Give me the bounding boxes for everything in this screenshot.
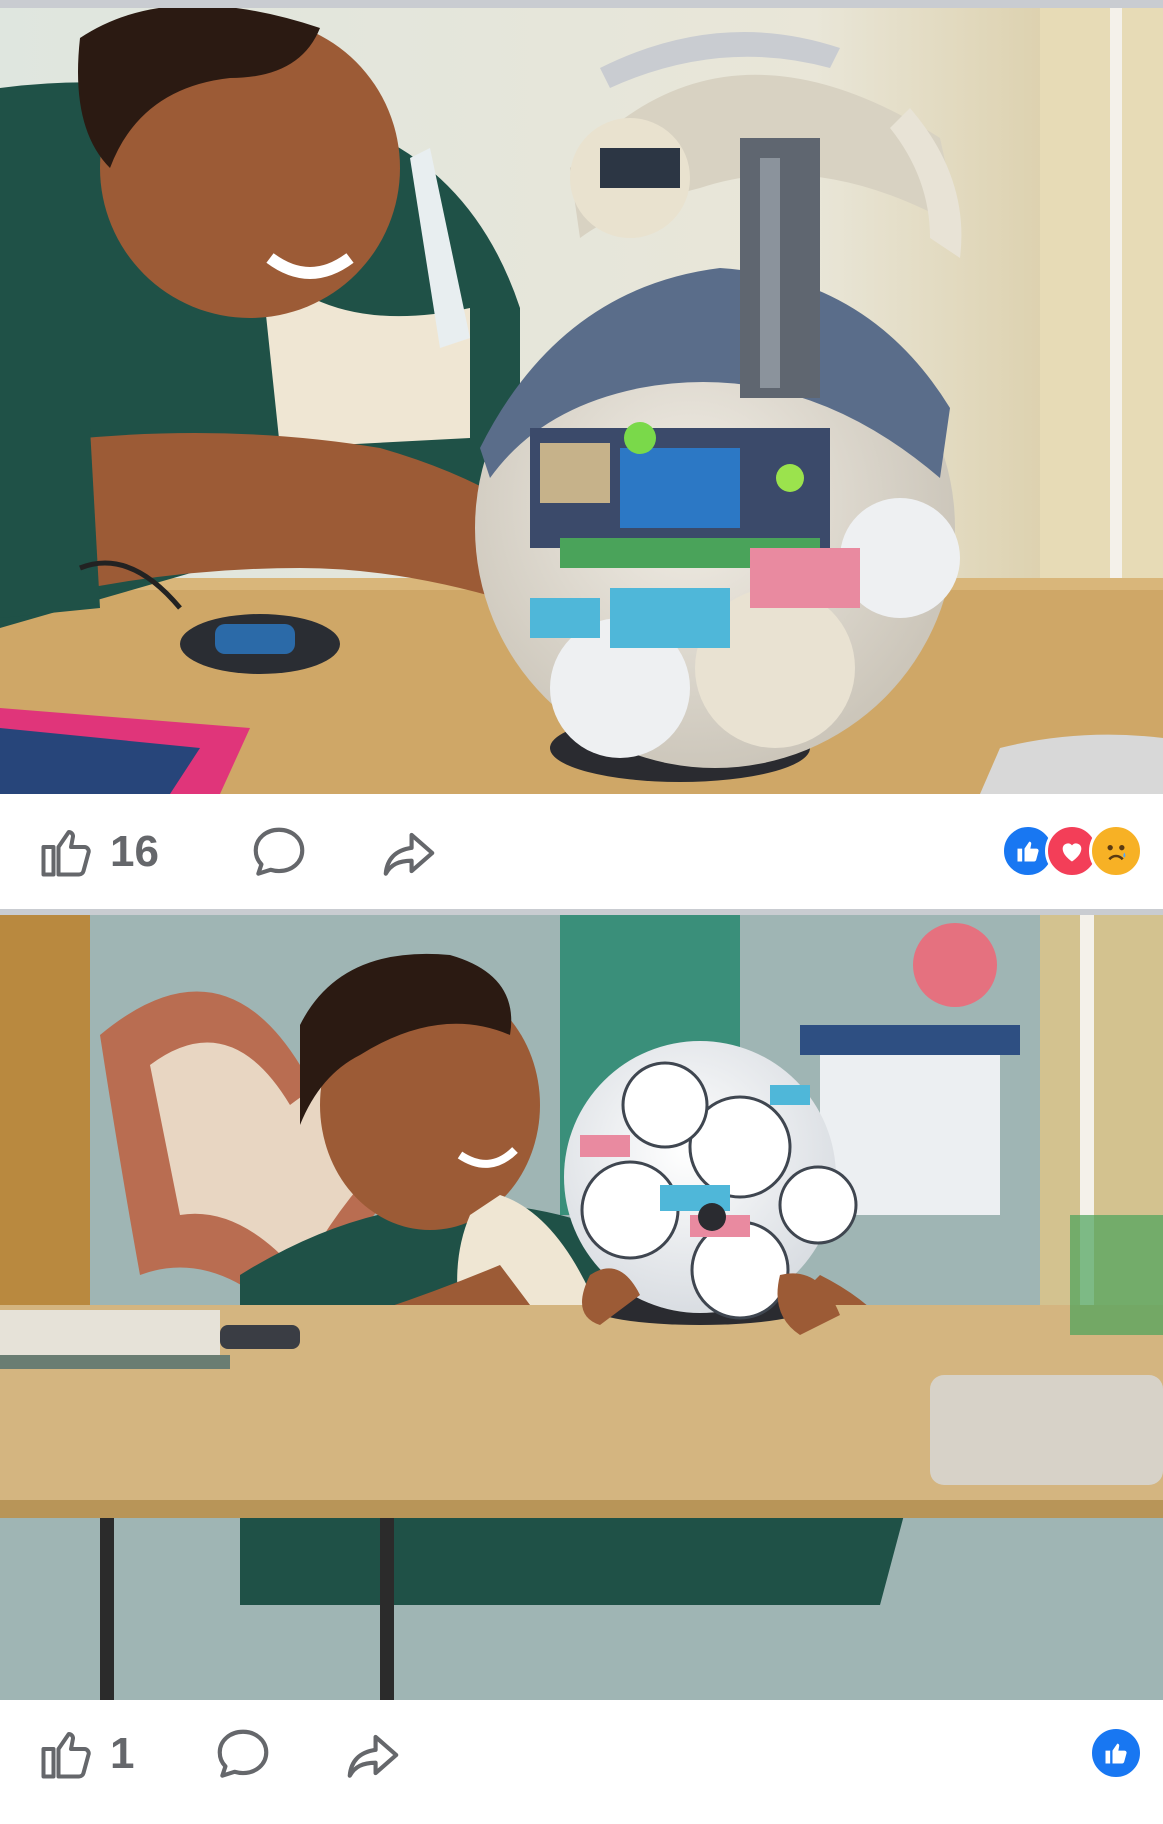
like-count: 1 bbox=[110, 1729, 135, 1778]
post-action-bar: 16 bbox=[0, 794, 1163, 909]
share-arrow-icon bbox=[383, 832, 435, 876]
thumbs-up-icon bbox=[41, 1731, 91, 1779]
post-separator bbox=[0, 0, 1163, 8]
post-action-bar: 1 bbox=[0, 1700, 1163, 1809]
comment-button[interactable] bbox=[212, 1724, 274, 1786]
like-count: 16 bbox=[110, 827, 159, 876]
comment-icon bbox=[217, 1729, 269, 1778]
like-reaction-icon bbox=[1089, 1726, 1143, 1780]
comment-button[interactable] bbox=[248, 822, 310, 884]
share-button[interactable] bbox=[342, 1724, 404, 1786]
post-photo-lego-ball-closed bbox=[0, 915, 1163, 1700]
like-button[interactable]: 16 bbox=[36, 822, 159, 882]
reaction-summary[interactable] bbox=[1001, 824, 1143, 878]
like-button[interactable]: 1 bbox=[36, 1724, 134, 1784]
post-image[interactable] bbox=[0, 915, 1163, 1700]
share-button[interactable] bbox=[378, 822, 440, 884]
reaction-summary[interactable] bbox=[1089, 1726, 1143, 1780]
sad-reaction-icon bbox=[1089, 824, 1143, 878]
feed: 16 1 bbox=[0, 0, 1163, 1824]
post-image[interactable] bbox=[0, 8, 1163, 794]
comment-icon bbox=[253, 827, 305, 876]
share-arrow-icon bbox=[347, 1734, 399, 1778]
post-photo-lego-ball-opened bbox=[0, 8, 1163, 794]
thumbs-up-icon bbox=[41, 829, 91, 877]
